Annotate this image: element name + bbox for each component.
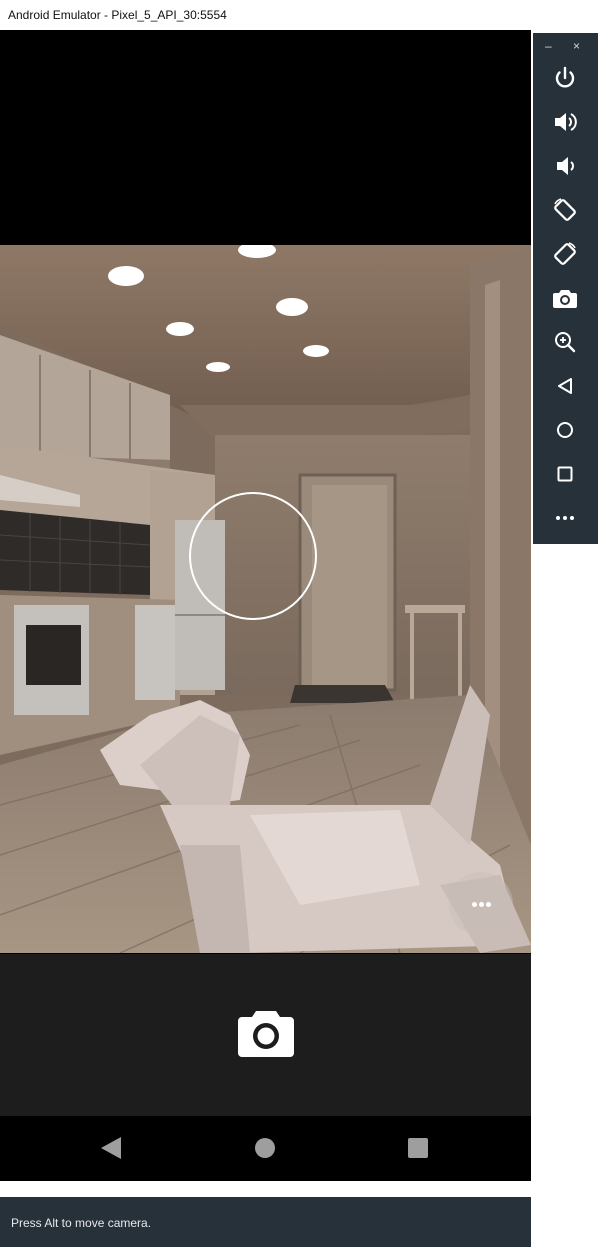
power-icon bbox=[555, 66, 575, 88]
minimize-button[interactable]: – bbox=[545, 39, 552, 53]
more-dot-icon bbox=[486, 902, 491, 907]
more-dot-icon bbox=[472, 902, 477, 907]
android-nav-bar bbox=[0, 1116, 531, 1181]
power-button[interactable] bbox=[551, 64, 579, 92]
emulator-toolbar: – × bbox=[533, 33, 598, 544]
home-icon bbox=[557, 422, 573, 438]
back-icon bbox=[558, 378, 572, 394]
window-title: Android Emulator - Pixel_5_API_30:5554 bbox=[8, 8, 227, 22]
zoom-icon bbox=[555, 332, 576, 353]
window-title-bar: Android Emulator - Pixel_5_API_30:5554 bbox=[0, 0, 531, 30]
screenshot-button[interactable] bbox=[551, 284, 579, 312]
zoom-button[interactable] bbox=[551, 328, 579, 356]
camera-icon bbox=[238, 1011, 294, 1057]
nav-recents-icon[interactable] bbox=[408, 1138, 428, 1158]
volume-down-button[interactable] bbox=[551, 152, 579, 180]
more-icon bbox=[556, 516, 574, 520]
back-button[interactable] bbox=[551, 372, 579, 400]
close-button[interactable]: × bbox=[573, 39, 580, 53]
overview-icon bbox=[557, 466, 573, 482]
volume-down-icon bbox=[557, 157, 574, 175]
volume-up-button[interactable] bbox=[551, 108, 579, 136]
emulator-status-bar: Press Alt to move camera. bbox=[0, 1197, 531, 1247]
nav-home-icon[interactable] bbox=[255, 1138, 275, 1158]
focus-indicator bbox=[189, 492, 317, 620]
home-button[interactable] bbox=[551, 416, 579, 444]
rotate-left-icon bbox=[554, 198, 576, 221]
extended-controls-button[interactable] bbox=[551, 504, 579, 532]
rotate-right-button[interactable] bbox=[551, 240, 579, 268]
nav-back-icon[interactable] bbox=[101, 1137, 121, 1159]
volume-up-icon bbox=[555, 113, 577, 131]
more-dot-icon bbox=[479, 902, 484, 907]
screenshot-icon bbox=[553, 290, 577, 308]
more-options-button[interactable] bbox=[449, 872, 513, 936]
overview-button[interactable] bbox=[551, 460, 579, 488]
shutter-button[interactable] bbox=[238, 1009, 294, 1057]
rotate-left-button[interactable] bbox=[551, 196, 579, 224]
status-message: Press Alt to move camera. bbox=[11, 1216, 152, 1230]
rotate-right-icon bbox=[554, 242, 576, 265]
